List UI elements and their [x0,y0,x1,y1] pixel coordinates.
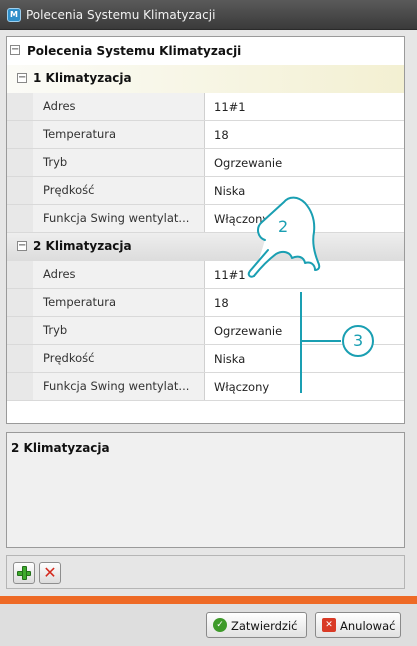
property-value[interactable]: Włączony [206,205,404,232]
property-value[interactable]: 18 [206,289,404,316]
description-panel: 2 Klimatyzacja [6,432,405,548]
description-title: 2 Klimatyzacja [11,441,110,455]
delete-button[interactable]: ✕ [39,562,61,584]
property-row[interactable]: Temperatura 18 [7,121,404,149]
property-value[interactable]: Włączony [206,373,404,400]
cancel-label: Anulować [340,619,396,633]
confirm-button[interactable]: ✓ Zatwierdzić [206,612,307,638]
row-gutter [7,373,33,400]
property-value[interactable]: Niska [206,177,404,204]
plus-icon-bar [22,566,27,580]
property-value[interactable]: 11#1 [206,93,404,120]
property-name: Tryb [33,149,205,176]
property-value[interactable]: Ogrzewanie [206,317,404,344]
collapse-icon[interactable]: − [10,45,20,55]
row-gutter [7,149,33,176]
property-name: Prędkość [33,345,205,372]
row-gutter [7,93,33,120]
callout-number-3: 3 [353,331,364,350]
grid-root-row[interactable]: − Polecenia Systemu Klimatyzacji [7,39,404,65]
property-name: Prędkość [33,177,205,204]
property-name: Temperatura [33,289,205,316]
group-label: 2 Klimatyzacja [33,239,132,253]
row-gutter [7,121,33,148]
cancel-button[interactable]: ✕ Anulować [315,612,401,638]
row-gutter [7,261,33,288]
property-value[interactable]: Ogrzewanie [206,149,404,176]
accent-bar [0,596,417,604]
property-row[interactable]: Prędkość Niska [7,345,404,373]
property-name: Funkcja Swing wentylat... [33,205,205,232]
property-name: Adres [33,93,205,120]
property-row[interactable]: Funkcja Swing wentylat... Włączony [7,373,404,401]
property-name: Tryb [33,317,205,344]
property-grid: − Polecenia Systemu Klimatyzacji − 1 Kli… [6,36,405,424]
app-icon: M [7,8,21,22]
collapse-icon[interactable]: − [17,73,27,83]
item-toolbar: ✕ [6,555,405,589]
row-gutter [7,289,33,316]
property-row[interactable]: Funkcja Swing wentylat... Włączony [7,205,404,233]
property-row[interactable]: Prędkość Niska [7,177,404,205]
property-row[interactable]: Tryb Ogrzewanie [7,317,404,345]
confirm-label: Zatwierdzić [231,619,298,633]
property-name: Funkcja Swing wentylat... [33,373,205,400]
red-x-icon: ✕ [43,563,57,582]
property-value[interactable]: 11#1 [206,261,404,288]
group-label: 1 Klimatyzacja [33,71,132,85]
row-gutter [7,345,33,372]
window-title: Polecenia Systemu Klimatyzacji [26,8,216,22]
row-gutter [7,177,33,204]
add-button[interactable] [13,562,35,584]
collapse-icon[interactable]: − [17,241,27,251]
property-row[interactable]: Temperatura 18 [7,289,404,317]
check-icon: ✓ [213,618,227,632]
property-row[interactable]: Adres 11#1 [7,93,404,121]
row-gutter [7,317,33,344]
property-row[interactable]: Tryb Ogrzewanie [7,149,404,177]
callout-number-2: 2 [278,217,289,236]
group-row-1-klimatyzacja[interactable]: − 1 Klimatyzacja [7,65,404,93]
property-row[interactable]: Adres 11#1 [7,261,404,289]
title-bar: M Polecenia Systemu Klimatyzacji [0,0,417,30]
property-name: Adres [33,261,205,288]
property-value[interactable]: 18 [206,121,404,148]
dialog-window: M Polecenia Systemu Klimatyzacji − Polec… [0,0,417,646]
grid-root-label: Polecenia Systemu Klimatyzacji [27,44,242,58]
property-name: Temperatura [33,121,205,148]
group-row-2-klimatyzacja[interactable]: − 2 Klimatyzacja [7,233,404,261]
row-gutter [7,205,33,232]
close-icon: ✕ [322,618,336,632]
property-value[interactable]: Niska [206,345,404,372]
